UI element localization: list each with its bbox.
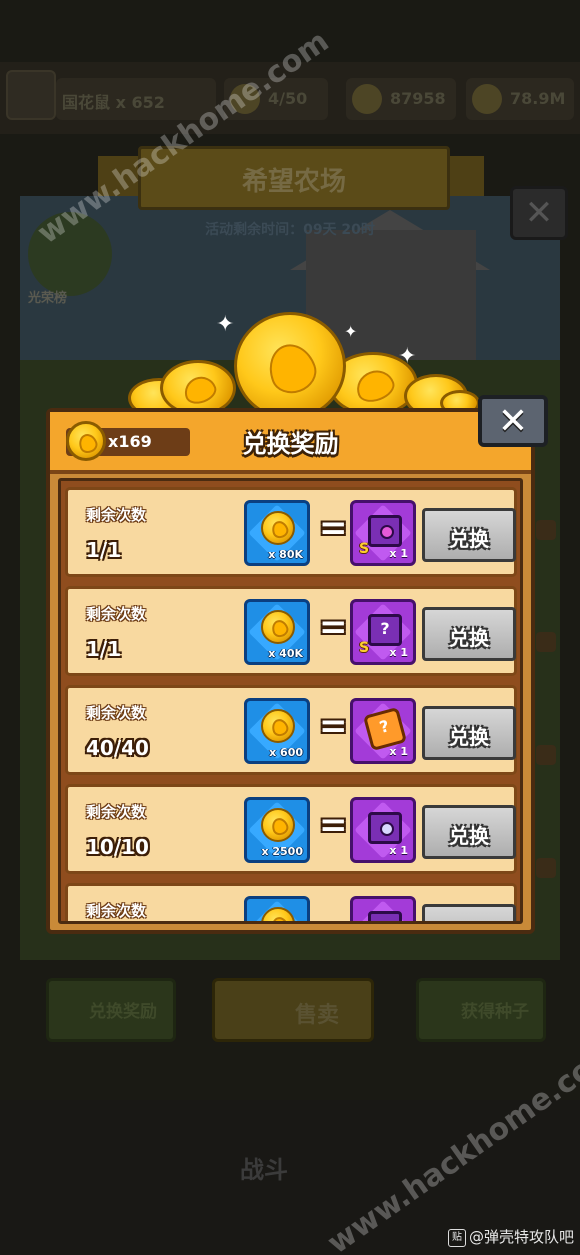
player-avatar[interactable] xyxy=(6,70,56,120)
reward-quantity: x 1 xyxy=(389,745,408,758)
glory-label: 光荣榜 xyxy=(28,291,68,306)
reward-tile[interactable]: Sx 1 xyxy=(350,500,416,566)
background-close-button[interactable]: ✕ xyxy=(510,186,568,240)
reward-tile[interactable]: ? x 1 xyxy=(350,698,416,764)
side-slot-icon xyxy=(536,632,556,652)
sparkle-icon: ✦ xyxy=(398,344,417,369)
reward-tile[interactable]: x 1 xyxy=(350,797,416,863)
gold-value: 78.9M xyxy=(510,89,566,108)
chest-icon xyxy=(368,812,402,844)
coin-value: 87958 xyxy=(390,89,446,108)
coin-icon xyxy=(261,709,295,743)
exchange-button[interactable]: 兑换 xyxy=(422,607,516,661)
sparkle-icon: ✦ xyxy=(216,312,235,337)
cost-tile: x 80K xyxy=(244,500,310,566)
farm-title: 希望农场 xyxy=(241,167,346,197)
coin-resource: 87958 xyxy=(346,78,456,120)
remaining-label: 剩余次数 xyxy=(86,902,147,920)
remaining-count: 1/1 xyxy=(86,637,122,661)
side-slot-icon xyxy=(536,745,556,765)
dialog-close-button[interactable]: ✕ xyxy=(478,395,548,447)
player-name: 国花鼠 x 652 xyxy=(62,93,165,112)
cost-amount: x 600 xyxy=(269,746,303,759)
s-rank-badge: S xyxy=(359,640,370,656)
chest-icon xyxy=(368,911,402,921)
cost-amount: x 40K xyxy=(268,647,303,660)
tieba-icon: 贴 xyxy=(448,1228,466,1247)
close-icon: ✕ xyxy=(497,401,529,442)
coin-icon xyxy=(352,84,382,114)
remaining-count: 10/10 xyxy=(86,835,149,859)
exchange-row: 剩余次数 1/1 x 80K = Sx 1 兑换 xyxy=(65,487,517,577)
cost-tile: x 2500 xyxy=(244,797,310,863)
reward-tile[interactable]: ? Sx 1 xyxy=(350,599,416,665)
big-coin-icon xyxy=(234,312,346,420)
remaining-label: 剩余次数 xyxy=(86,803,147,821)
exchange-button[interactable]: 兑换 xyxy=(422,805,516,859)
cost-amount: x 80K xyxy=(268,548,303,561)
s-rank-badge: S xyxy=(359,541,370,557)
exchange-dialog: x169 兑换奖励 剩余次数 1/1 x 80K = Sx 1 兑换 剩余次数 … xyxy=(46,408,535,934)
credit-text: @弹壳特攻队吧 xyxy=(469,1228,575,1246)
remaining-label: 剩余次数 xyxy=(86,605,147,623)
equals-sign: = xyxy=(319,508,348,548)
exchange-row: 剩余次数 10/10 x 2500 = x 1 兑换 xyxy=(65,784,517,874)
equals-sign: = xyxy=(319,607,348,647)
exchange-button[interactable] xyxy=(422,904,516,921)
gold-resource: 78.9M xyxy=(466,78,574,120)
remaining-count: 1/1 xyxy=(86,538,122,562)
sell-button[interactable]: 售卖 xyxy=(212,978,374,1042)
cost-tile: x 40K xyxy=(244,599,310,665)
dialog-header: x169 兑换奖励 xyxy=(50,412,531,474)
chest-icon xyxy=(368,515,402,547)
exchange-row: 剩余次数 40/40 x 600 = ? x 1 兑换 xyxy=(65,685,517,775)
coin-icon xyxy=(261,610,295,644)
remaining-label: 剩余次数 xyxy=(86,704,147,722)
coin-icon xyxy=(261,808,295,842)
exchange-button[interactable]: 兑换 xyxy=(422,706,516,760)
source-credit: 贴 @弹壳特攻队吧 xyxy=(448,1226,574,1247)
dialog-title: 兑换奖励 xyxy=(242,430,339,458)
reward-quantity: x 1 xyxy=(389,646,408,659)
get-seeds-button[interactable]: 获得种子 xyxy=(416,978,546,1042)
exchange-row: 剩余次数 xyxy=(65,883,517,921)
remaining-count: 40/40 xyxy=(86,736,149,760)
equals-sign: = xyxy=(319,805,348,845)
exchange-row: 剩余次数 1/1 x 40K = ? Sx 1 兑换 xyxy=(65,586,517,676)
remaining-label: 剩余次数 xyxy=(86,506,147,524)
reward-quantity: x 1 xyxy=(389,547,408,560)
cost-amount: x 2500 xyxy=(261,845,303,858)
equals-sign: = xyxy=(319,706,348,746)
exchange-button[interactable]: 兑换 xyxy=(422,508,516,562)
reward-tile[interactable] xyxy=(350,896,416,921)
gold-icon xyxy=(472,84,502,114)
exchange-list[interactable]: 剩余次数 1/1 x 80K = Sx 1 兑换 剩余次数 1/1 x 40K … xyxy=(58,478,523,924)
sparkle-icon: ✦ xyxy=(344,322,358,341)
redeem-rewards-button[interactable]: 兑换奖励 xyxy=(46,978,176,1042)
side-slot-icon xyxy=(536,858,556,878)
game-screen: 国花鼠 x 652 4/50 87958 78.9M 光荣榜 希望农场 活动剩余… xyxy=(0,0,580,1255)
battle-tab[interactable]: 战斗 xyxy=(240,1150,288,1185)
side-slot-icon xyxy=(536,520,556,540)
cost-tile: x 600 xyxy=(244,698,310,764)
coin-icon xyxy=(261,511,295,545)
reward-quantity: x 1 xyxy=(389,844,408,857)
mystery-chest-icon: ? xyxy=(368,614,402,646)
cost-tile xyxy=(244,896,310,921)
